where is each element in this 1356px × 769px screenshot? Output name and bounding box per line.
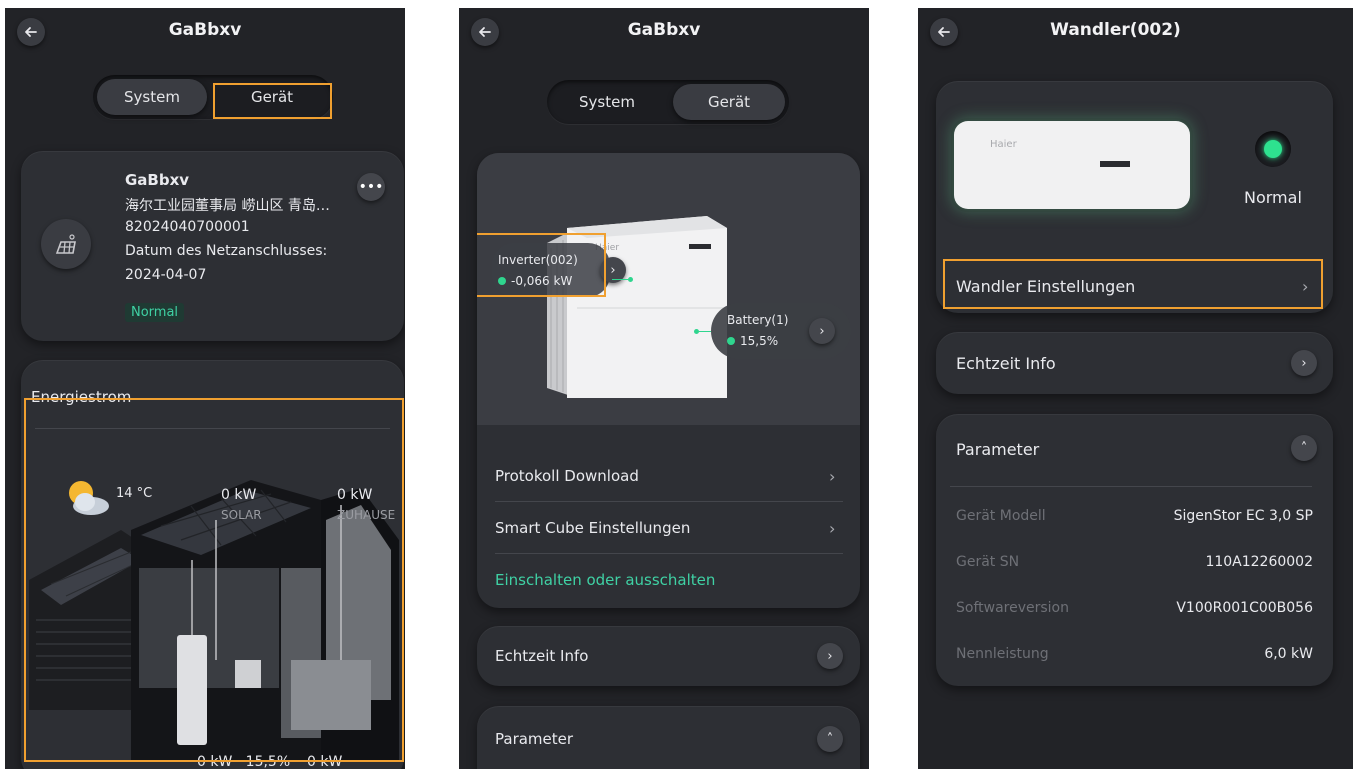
status-badge: Normal [125,303,185,322]
home-value: 0 kW [337,487,373,503]
screen-system-overview: GaBbxv System Gerät GaBbxv 海尔工业园董事局 崂山区 … [5,8,405,769]
chevron-right-icon: › [829,467,836,486]
battery-value: 0 kW · 15,5% [197,754,291,769]
page-title: GaBbxv [168,20,242,40]
parameter-label: Parameter [495,730,574,748]
chevron-up-icon[interactable]: ˄ [1291,435,1317,461]
device-card: Haier Inverter(002) -0,066 kW › Battery(… [477,153,860,608]
param-value: 110A12260002 [1205,554,1313,570]
protocol-download-item[interactable]: Protokoll Download [495,467,639,485]
station-address: 海尔工业园董事局 崂山区 青岛… [125,198,330,214]
solar-value: 0 kW [221,487,257,503]
station-id: 82024040700001 [125,219,250,235]
divider [495,553,843,554]
tab-system[interactable]: System [551,84,663,120]
segment-control: System Gerät [547,80,789,124]
inverter-settings-label[interactable]: Wandler Einstellungen [956,277,1135,296]
chevron-right-icon[interactable]: › [1291,350,1317,376]
chevron-right-icon[interactable]: › [817,643,843,669]
connector-line [699,331,711,332]
energy-flow-title: Energiestrom [31,388,132,406]
inverter-device-image: Haier [954,121,1190,209]
temperature: 14 °C [116,486,153,501]
param-label: Gerät SN [956,554,1020,570]
device-brand-label: Haier [990,139,1017,150]
battery-pill[interactable]: Battery(1) 15,5% › [711,303,851,359]
inverter-label: Inverter(002) [498,253,578,267]
battery-value: 15,5% [727,334,778,348]
home-label: ZUHAUSE [337,508,396,522]
connector-line [612,279,628,280]
station-name: GaBbxv [125,171,190,189]
connector-dot [628,277,633,282]
realtime-info-label: Echtzeit Info [495,647,589,665]
param-value: SigenStor EC 3,0 SP [1173,508,1313,524]
power-toggle-link[interactable]: Einschalten oder ausschalten [495,571,715,589]
status-dot-icon [727,337,735,345]
energy-flow-card: Energiestrom 14 °C 0 kW SOLAR 0 kW ZUHAU… [21,360,404,769]
status-display [1100,161,1130,167]
divider [35,428,390,429]
grid-connection-date: 2024-04-07 [125,267,207,283]
grid-connection-label: Datum des Netzanschlusses: [125,243,328,259]
status-text: Normal [1244,188,1302,207]
status-indicator-icon [1255,131,1291,167]
realtime-info-row[interactable]: Echtzeit Info › [936,332,1333,394]
segment-control: System Gerät [93,75,333,119]
weather-icon [63,478,113,522]
tab-device[interactable]: Gerät [673,84,785,120]
station-card[interactable]: GaBbxv 海尔工业园董事局 崂山区 青岛… 82024040700001 D… [21,151,404,341]
chevron-right-icon: › [829,519,836,538]
param-value: 6,0 kW [1264,646,1313,662]
divider [495,501,843,502]
chevron-right-icon: › [1302,277,1309,296]
grid-value: 0 kW [307,754,343,769]
param-label: Softwareversion [956,600,1069,616]
realtime-info-row[interactable]: Echtzeit Info › [477,626,860,686]
more-options-icon[interactable]: ••• [357,173,385,201]
smart-cube-settings-item[interactable]: Smart Cube Einstellungen [495,519,690,537]
parameter-label: Parameter [956,440,1040,459]
battery-label: Battery(1) [727,313,789,327]
tab-system[interactable]: System [97,79,207,115]
chevron-right-icon[interactable]: › [809,318,835,344]
tab-device[interactable]: Gerät [217,79,327,115]
screen-device-overview: GaBbxv System Gerät Haier Inverter(002) … [459,8,869,769]
inverter-value: -0,066 kW [498,274,572,288]
parameter-section: Parameter ˄ Gerät Modell SigenStor EC 3,… [936,414,1333,686]
parameter-section[interactable]: Parameter ˄ [477,706,860,769]
realtime-info-label: Echtzeit Info [956,354,1056,373]
energy-storage-device-image [547,216,727,398]
page-title: GaBbxv [627,20,701,40]
divider [950,486,1312,487]
solar-panel-icon [41,219,91,269]
param-label: Nennleistung [956,646,1049,662]
inverter-pill[interactable]: Inverter(002) -0,066 kW › [492,243,626,297]
screen-inverter-detail: Wandler(002) Haier Normal Wandler Einste… [918,8,1353,769]
page-title: Wandler(002) [1050,20,1181,40]
inverter-card: Haier Normal Wandler Einstellungen › [936,81,1333,313]
param-value: V100R001C00B056 [1176,600,1313,616]
chevron-up-icon[interactable]: ˄ [817,726,843,752]
param-label: Gerät Modell [956,508,1046,524]
status-dot-icon [498,277,506,285]
solar-label: SOLAR [221,508,262,522]
